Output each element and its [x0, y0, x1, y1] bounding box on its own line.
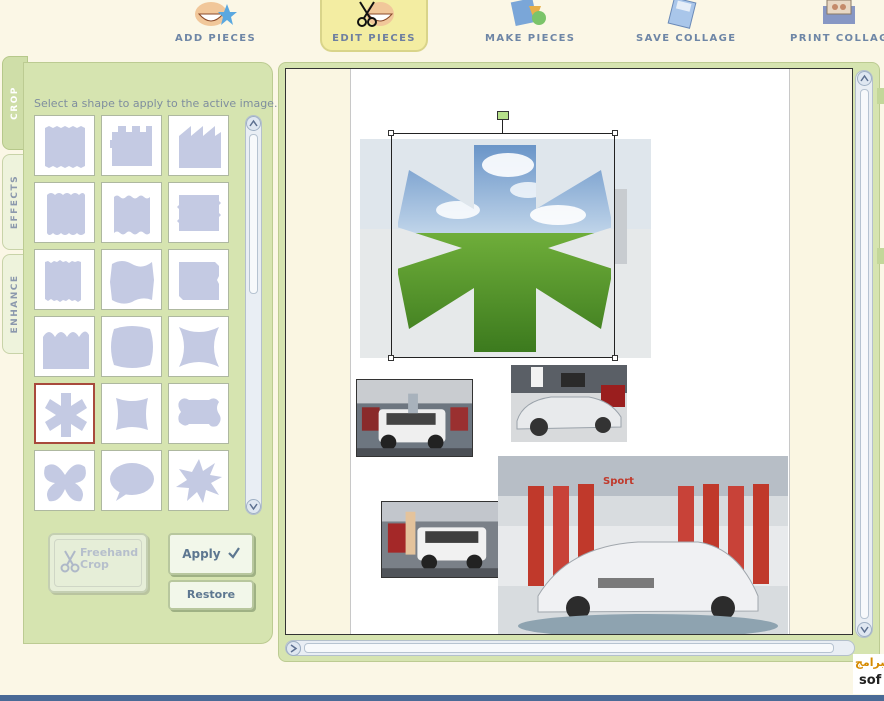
shape-wave-top[interactable]	[34, 316, 95, 377]
rotate-handle[interactable]	[497, 111, 509, 120]
toolbar-label: EDIT PIECES	[332, 33, 416, 44]
chevron-down-icon	[249, 503, 258, 511]
apply-label: Apply	[182, 547, 221, 561]
frame-edge-accent	[877, 248, 884, 264]
app-window: ADD PIECES EDIT PIECES MAKE PIECES SAVE …	[0, 0, 884, 695]
edit-pieces-button[interactable]: EDIT PIECES	[320, 0, 428, 52]
restore-label: Restore	[186, 588, 236, 601]
shape-castle-edge[interactable]	[101, 115, 162, 176]
shape-ripped-edge[interactable]	[168, 249, 229, 310]
selection-box	[391, 133, 615, 358]
scroll-right-button[interactable]	[286, 641, 301, 656]
resize-handle-bottom-left[interactable]	[388, 355, 394, 361]
scroll-thumb[interactable]	[249, 134, 258, 294]
toolbar-label: SAVE COLLAGE	[636, 33, 737, 44]
tab-label: CROP	[10, 86, 20, 120]
shape-torn-edge[interactable]	[168, 182, 229, 243]
restore-button[interactable]: Restore	[168, 580, 254, 610]
main-toolbar: ADD PIECES EDIT PIECES MAKE PIECES SAVE …	[0, 0, 884, 52]
svg-text:Sport: Sport	[603, 476, 634, 487]
resize-handle-bottom-right[interactable]	[612, 355, 618, 361]
shape-pinched-square[interactable]	[168, 316, 229, 377]
resize-handle-top-right[interactable]	[612, 130, 618, 136]
toolbar-label: PRINT COLLAGE	[790, 33, 884, 44]
apply-button[interactable]: Apply	[168, 533, 254, 575]
shape-speech-bubble[interactable]	[101, 450, 162, 511]
toolbar-label: MAKE PIECES	[485, 33, 576, 44]
make-pieces-button[interactable]: MAKE PIECES	[485, 0, 576, 50]
toolbar-label: ADD PIECES	[175, 33, 257, 44]
shape-asterisk[interactable]	[34, 383, 95, 444]
freehand-crop-button[interactable]: Freehand Crop	[48, 533, 148, 593]
canvas-vertical-scrollbar[interactable]	[855, 70, 873, 638]
scroll-thumb[interactable]	[304, 643, 834, 653]
save-collage-icon	[667, 0, 697, 29]
add-pieces-button[interactable]: ADD PIECES	[175, 0, 255, 50]
watermark-line2: sof	[859, 673, 882, 688]
collage-photo-hummer-2[interactable]	[381, 501, 499, 578]
shape-wavy-edge[interactable]	[101, 182, 162, 243]
shape-grid-scrollbar[interactable]	[245, 115, 262, 515]
shape-butterfly[interactable]	[34, 450, 95, 511]
shape-deckle-edge[interactable]	[34, 115, 95, 176]
shape-bone[interactable]	[168, 383, 229, 444]
make-pieces-icon	[510, 0, 546, 27]
edit-pieces-icon	[357, 1, 394, 27]
collage-photo-hummer-1[interactable]	[356, 379, 473, 457]
scroll-thumb[interactable]	[860, 89, 869, 619]
save-collage-button[interactable]: SAVE COLLAGE	[636, 0, 737, 50]
scroll-down-button[interactable]	[246, 499, 261, 514]
chevron-up-icon	[860, 74, 869, 82]
resize-handle-top-left[interactable]	[388, 130, 394, 136]
shape-rough-edge[interactable]	[34, 249, 95, 310]
crop-panel: Select a shape to apply to the active im…	[23, 62, 277, 644]
shape-scalloped-edge[interactable]	[34, 182, 95, 243]
collage-canvas[interactable]: Sport	[285, 68, 853, 635]
scissors-icon	[60, 550, 80, 573]
add-pieces-icon	[195, 2, 237, 26]
print-collage-icon	[823, 0, 855, 24]
shape-grid	[34, 115, 234, 515]
canvas-horizontal-scrollbar[interactable]	[285, 640, 855, 656]
tab-label: EFFECTS	[10, 174, 20, 230]
shape-starburst[interactable]	[168, 450, 229, 511]
collage-photo-showroom[interactable]: Sport	[498, 456, 788, 634]
frame-edge-accent	[877, 88, 884, 104]
freehand-label-line2: Crop	[80, 558, 109, 571]
watermark-logo: البرامج sof	[853, 654, 884, 694]
print-collage-button[interactable]: PRINT COLLAGE	[790, 0, 884, 50]
scroll-up-button[interactable]	[857, 71, 872, 86]
crop-instruction: Select a shape to apply to the active im…	[34, 97, 278, 110]
shape-wobbly-edge[interactable]	[101, 249, 162, 310]
chevron-down-icon	[860, 626, 869, 634]
shape-sawtooth-edge[interactable]	[168, 115, 229, 176]
chevron-up-icon	[249, 119, 258, 127]
shape-pillow[interactable]	[101, 383, 162, 444]
freehand-label: Freehand Crop	[80, 547, 138, 571]
watermark-line1: البرامج	[855, 656, 884, 669]
chevron-right-icon	[290, 644, 298, 653]
collage-photo-bmw[interactable]	[511, 365, 627, 442]
checkmark-icon	[228, 547, 240, 559]
tab-label: ENHANCE	[10, 274, 20, 334]
scroll-up-button[interactable]	[246, 116, 261, 131]
shape-bubble-rect[interactable]	[101, 316, 162, 377]
scroll-down-button[interactable]	[857, 622, 872, 637]
